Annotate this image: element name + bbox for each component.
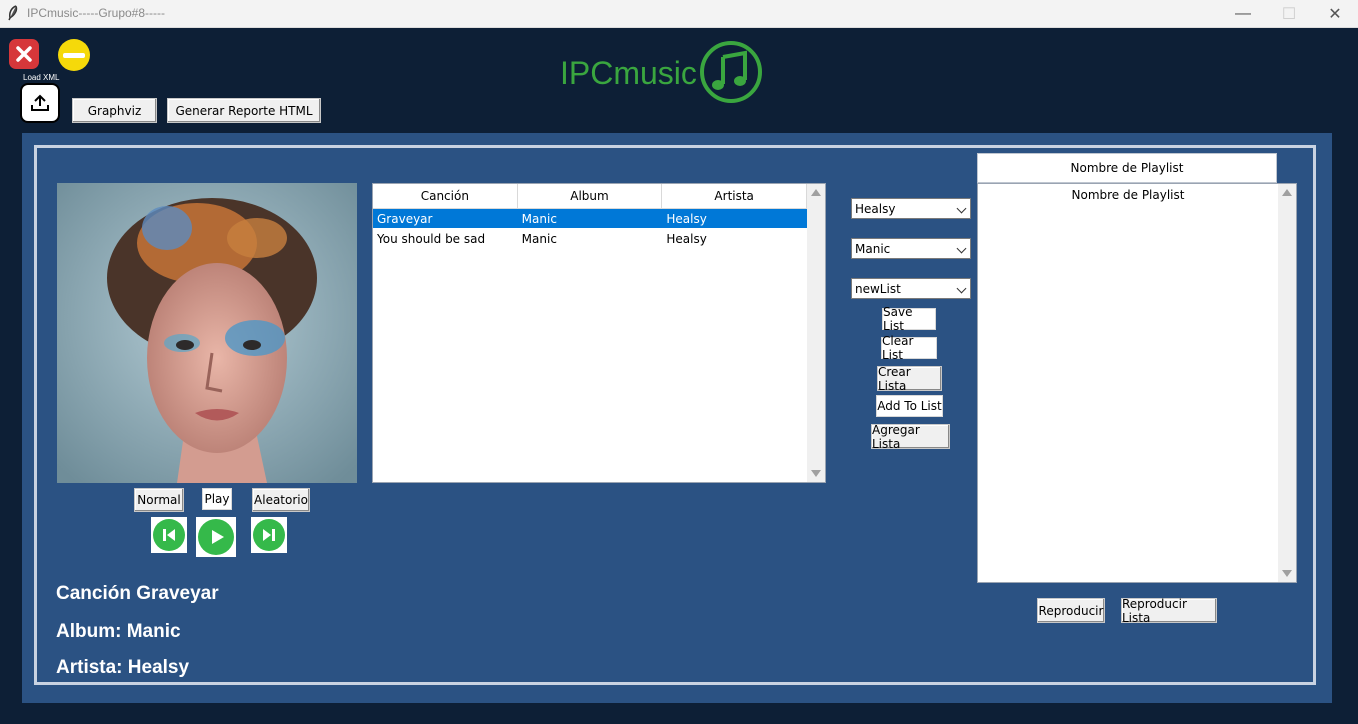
playlist-header: Nombre de Playlist bbox=[977, 153, 1277, 183]
app-logo-text: IPCmusic bbox=[560, 55, 697, 91]
playlist-listbox[interactable]: Nombre de Playlist bbox=[977, 183, 1297, 583]
list-item[interactable]: Nombre de Playlist bbox=[978, 188, 1278, 202]
table-scrollbar[interactable] bbox=[807, 184, 825, 482]
album-select-value: Manic bbox=[855, 241, 891, 256]
cell-song: Graveyar bbox=[377, 211, 433, 226]
chevron-down-icon bbox=[956, 283, 967, 294]
table-row[interactable]: Graveyar Manic Healsy bbox=[373, 209, 807, 228]
table-row[interactable]: You should be sad Manic Healsy bbox=[373, 229, 807, 248]
minimize-button[interactable]: — bbox=[1220, 0, 1266, 27]
now-playing-artist: Artista: Healsy bbox=[56, 657, 190, 678]
next-button[interactable] bbox=[251, 517, 287, 553]
cell-artist: Healsy bbox=[666, 211, 707, 226]
maximize-button[interactable]: ☐ bbox=[1266, 0, 1312, 27]
clear-list-button[interactable]: Clear List bbox=[881, 334, 937, 362]
exit-icon[interactable] bbox=[9, 39, 39, 69]
normal-mode-button[interactable]: Normal bbox=[134, 488, 184, 512]
cell-song: You should be sad bbox=[377, 231, 486, 246]
scroll-down-arrow-icon[interactable] bbox=[811, 470, 821, 477]
album-select[interactable]: Manic bbox=[851, 238, 971, 259]
column-header-song[interactable]: Canción bbox=[373, 184, 518, 208]
save-list-button[interactable]: Save List bbox=[882, 305, 936, 333]
chevron-down-icon bbox=[956, 243, 967, 254]
cell-album: Manic bbox=[521, 231, 557, 246]
cell-album: Manic bbox=[521, 211, 557, 226]
play-icon bbox=[198, 519, 234, 555]
album-cover-image bbox=[57, 183, 357, 483]
close-window-button[interactable]: ✕ bbox=[1312, 0, 1358, 27]
list-select[interactable]: newList bbox=[851, 278, 971, 299]
now-playing-song: Canción Graveyar bbox=[56, 583, 219, 604]
previous-button[interactable] bbox=[151, 517, 187, 553]
add-list-button[interactable]: Agregar Lista bbox=[871, 423, 950, 451]
chevron-down-icon bbox=[956, 203, 967, 214]
minimize-app-icon[interactable] bbox=[58, 39, 90, 71]
table-header: Canción Album Artista bbox=[373, 184, 808, 209]
play-button[interactable] bbox=[196, 517, 236, 557]
music-note-icon bbox=[700, 41, 762, 103]
scroll-down-arrow-icon[interactable] bbox=[1282, 570, 1292, 577]
play-playlist-button[interactable]: Reproducir Lista bbox=[1121, 597, 1217, 625]
play-mode-button[interactable]: Play bbox=[202, 488, 232, 510]
list-select-value: newList bbox=[855, 281, 901, 296]
app-area: Load XML Graphviz Generar Reporte HTML I… bbox=[0, 28, 1358, 724]
artist-select[interactable]: Healsy bbox=[851, 198, 971, 219]
playlist-scrollbar[interactable] bbox=[1278, 184, 1296, 582]
feather-icon bbox=[8, 5, 18, 21]
upload-icon[interactable] bbox=[20, 83, 60, 123]
create-list-button[interactable]: Crear Lista bbox=[877, 365, 942, 393]
skip-next-icon bbox=[253, 519, 285, 551]
window-title: IPCmusic-----Grupo#8----- bbox=[27, 6, 165, 20]
add-to-list-button[interactable]: Add To List bbox=[876, 395, 943, 417]
cell-artist: Healsy bbox=[666, 231, 707, 246]
artist-select-value: Healsy bbox=[855, 201, 896, 216]
shuffle-mode-button[interactable]: Aleatorio bbox=[252, 488, 310, 512]
songs-table: Canción Album Artista Graveyar Manic Hea… bbox=[372, 183, 826, 483]
play-song-button[interactable]: Reproducir bbox=[1037, 598, 1105, 623]
generate-report-button[interactable]: Generar Reporte HTML bbox=[167, 98, 321, 123]
scroll-up-arrow-icon[interactable] bbox=[1282, 189, 1292, 196]
load-xml-label: Load XML bbox=[23, 73, 60, 82]
skip-previous-icon bbox=[153, 519, 185, 551]
column-header-album[interactable]: Album bbox=[518, 184, 663, 208]
scroll-up-arrow-icon[interactable] bbox=[811, 189, 821, 196]
graphviz-button[interactable]: Graphviz bbox=[72, 98, 157, 123]
window-titlebar: IPCmusic-----Grupo#8----- — ☐ ✕ bbox=[0, 0, 1358, 28]
column-header-artist[interactable]: Artista bbox=[662, 184, 808, 208]
now-playing-album: Album: Manic bbox=[56, 621, 181, 642]
